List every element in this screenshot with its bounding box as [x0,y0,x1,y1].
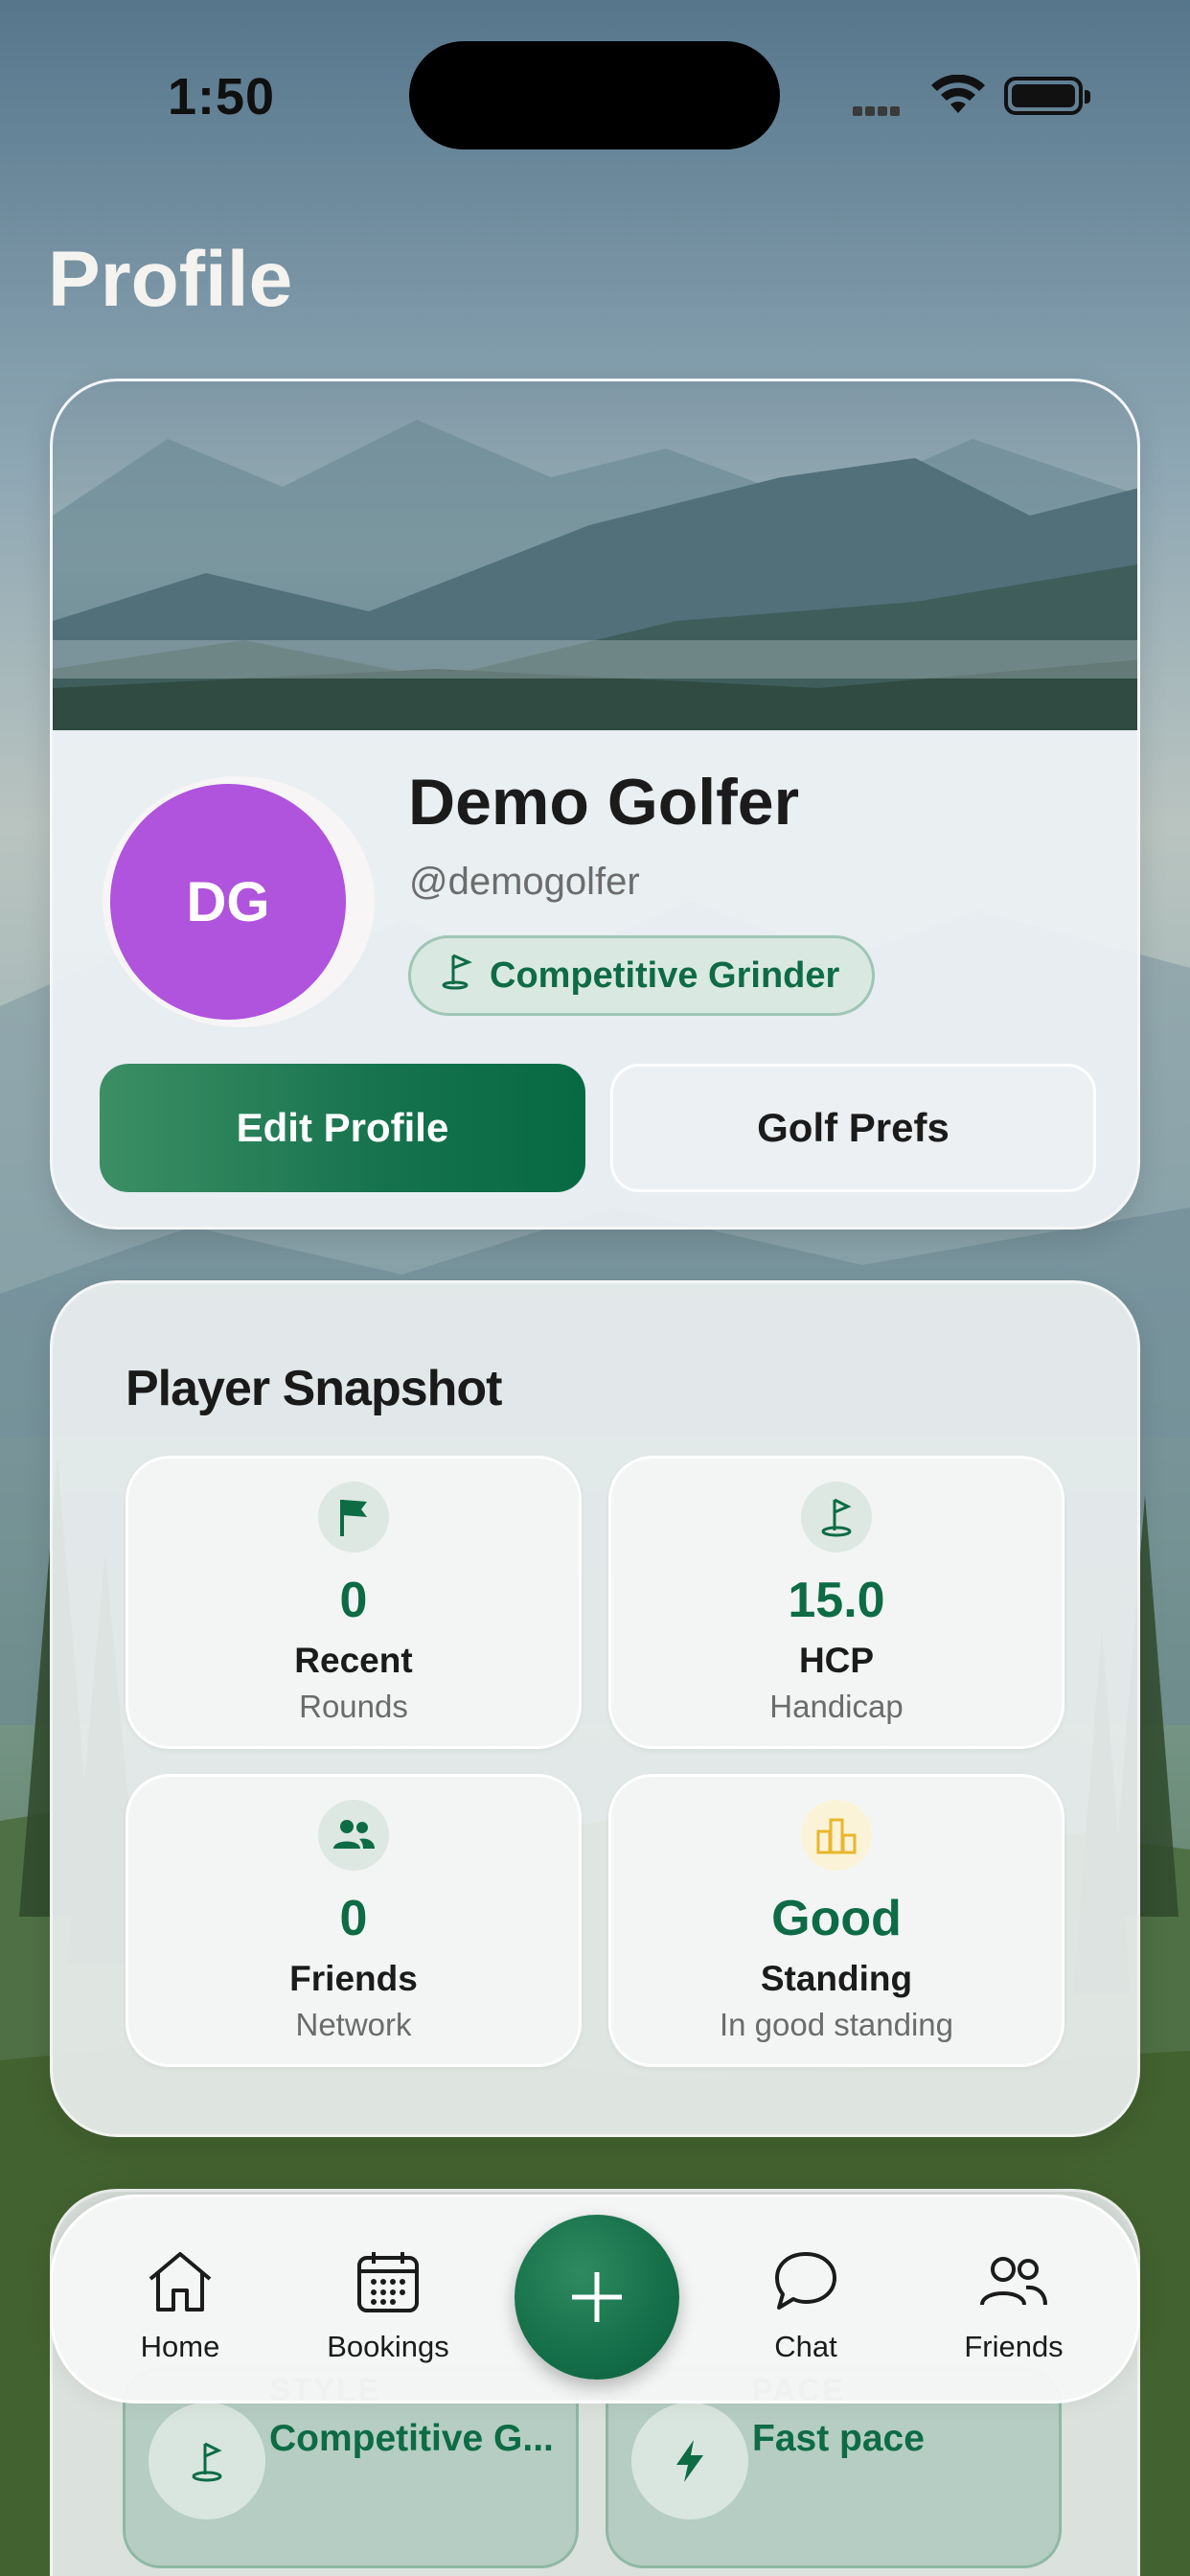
add-button[interactable] [515,2215,679,2380]
page-title: Profile [48,236,293,323]
style-badge: Competitive Grinder [408,935,876,1016]
dynamic-island [409,41,780,150]
golf-flag-icon [149,2403,265,2519]
edit-profile-button[interactable]: Edit Profile [100,1064,585,1192]
stat-tile-friends[interactable]: 0 Friends Network [126,1774,582,2067]
cellular-signal-icon [853,104,912,116]
nav-bookings[interactable]: Bookings [292,2245,484,2364]
stat-sublabel: In good standing [719,2007,954,2042]
pref-value: Competitive G... [269,2418,554,2459]
stat-sublabel: Network [295,2007,412,2042]
friends-icon [918,2245,1110,2318]
stat-value: Good [771,1891,902,1946]
snapshot-title: Player Snapshot [126,1361,502,1416]
stat-tile-standing[interactable]: Good Standing In good standing [608,1774,1064,2067]
golf-flag-icon [801,1482,872,1552]
stat-sublabel: Handicap [769,1689,904,1724]
golf-flag-icon [442,952,476,1000]
player-snapshot-card: Player Snapshot 0 Recent Rounds 15.0 HCP… [50,1280,1140,2137]
avatar[interactable]: DG [110,784,346,1020]
leaderboard-icon [801,1800,872,1871]
lightning-icon [631,2403,748,2519]
nav-label: Chat [774,2330,837,2363]
flag-icon [318,1482,389,1552]
style-badge-label: Competitive Grinder [490,954,840,996]
people-icon [318,1800,389,1871]
stat-value: 0 [339,1891,368,1946]
nav-label: Bookings [327,2330,449,2363]
stat-value: 15.0 [788,1573,885,1628]
stat-value: 0 [339,1573,368,1628]
pref-value: Fast pace [752,2418,925,2459]
battery-icon [1004,77,1090,115]
stat-tile-handicap[interactable]: 15.0 HCP Handicap [608,1456,1064,1749]
nav-home[interactable]: Home [84,2245,276,2364]
stat-label: Standing [760,1959,913,1998]
home-icon [84,2245,276,2318]
chat-icon [710,2245,902,2318]
cover-image [53,381,1137,730]
wifi-icon [929,74,987,122]
stat-label: HCP [798,1641,875,1680]
calendar-icon [292,2245,484,2318]
stat-tile-recent-rounds[interactable]: 0 Recent Rounds [126,1456,582,1749]
plus-icon [572,2272,622,2322]
golf-prefs-button[interactable]: Golf Prefs [610,1064,1096,1192]
stat-label: Recent [294,1641,413,1680]
nav-label: Friends [964,2330,1064,2363]
profile-handle: @demogolfer [409,861,640,903]
bottom-nav: Home Bookings Chat Friends [50,2195,1140,2404]
nav-friends[interactable]: Friends [918,2245,1110,2364]
stat-sublabel: Rounds [299,1689,408,1724]
status-time: 1:50 [168,68,276,126]
profile-card: DG Demo Golfer @demogolfer Competitive G… [50,379,1140,1230]
profile-name: Demo Golfer [408,766,800,839]
nav-chat[interactable]: Chat [710,2245,902,2364]
stat-label: Friends [289,1959,418,1998]
nav-label: Home [140,2330,220,2363]
